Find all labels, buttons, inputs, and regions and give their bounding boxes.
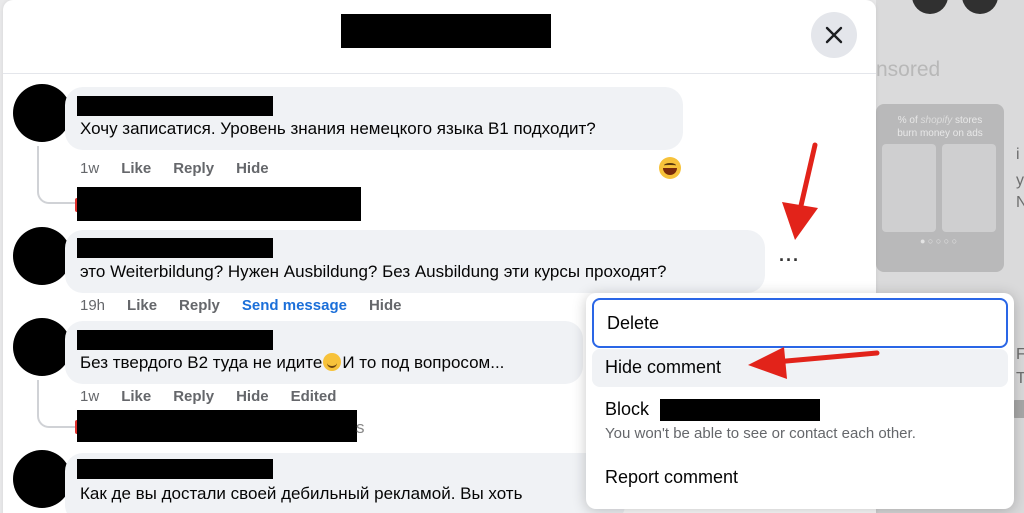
hide-comment-menu-item[interactable]: Hide comment [592,349,1008,387]
redacted-title [341,14,551,48]
reply-fragment: s [356,418,365,437]
smiling-emoji-icon [323,353,342,371]
side-text: N [1016,194,1024,211]
reply-button[interactable]: Reply [173,160,214,177]
comment-time[interactable]: 19h [80,297,105,314]
redacted-reply [77,187,361,221]
reply-button[interactable]: Reply [179,297,220,314]
menu-item-label: Delete [607,313,660,333]
block-menu-item[interactable]: Block You won't be able to see or contac… [592,391,1008,453]
like-button[interactable]: Like [127,297,157,314]
comment-actions: 19h Like Reply Send message Hide [80,297,423,314]
side-text: T [1016,370,1024,387]
menu-item-label: Hide comment [605,357,722,377]
menu-item-label: Report comment [605,467,739,487]
comment-time[interactable]: 1w [80,160,99,177]
avatar[interactable] [13,318,71,376]
like-button[interactable]: Like [121,160,151,177]
comment-text: это Weiterbildung? Нужен Ausbildung? Без… [80,262,667,281]
redacted-reply [77,410,357,442]
ad-chart-panel [942,144,996,232]
report-comment-menu-item[interactable]: Report comment [592,457,1008,499]
avatar[interactable] [13,450,71,508]
comment-context-menu: Delete Hide comment Block You won't be a… [586,293,1014,509]
close-icon [825,26,843,44]
ad-headline: % of shopify stores burn money on ads [897,115,983,139]
hide-button[interactable]: Hide [236,160,269,177]
sponsored-ad[interactable]: % of shopify stores burn money on ads [876,104,1004,272]
thread-line [37,146,77,204]
redacted-username [660,399,820,421]
hide-button[interactable]: Hide [236,388,269,405]
comment-actions: 1w Like Reply Hide Edited [80,388,358,405]
thread-line [37,380,77,428]
send-message-link[interactable]: Send message [242,297,347,314]
sponsored-heading: nsored [876,58,941,81]
menu-item-label: Block [605,399,650,419]
redacted-author [77,238,273,258]
redacted-author [77,459,273,479]
ad-carousel-dots: ● ○ ○ ○ ○ [920,236,958,246]
avatar[interactable] [13,84,71,142]
edited-label: Edited [290,388,337,405]
comment-text: Как де вы достали своей дебильный реклам… [80,484,523,503]
top-nav-icons [912,0,1022,14]
avatar[interactable] [13,227,71,285]
comment-text: Без твердого B2 туда не идите И то под во… [80,353,505,372]
comment-time[interactable]: 1w [80,388,99,405]
more-options-button[interactable]: ··· [779,250,800,271]
close-button[interactable] [811,12,857,58]
ad-chart-panel [882,144,936,232]
menu-item-description: You won't be able to see or contact each… [605,425,916,442]
side-text: i [1016,146,1020,163]
messenger-icon[interactable] [962,0,998,14]
like-button[interactable]: Like [121,388,151,405]
hide-button[interactable]: Hide [369,297,402,314]
side-text: F [1016,346,1024,363]
menu-icon[interactable] [912,0,948,14]
modal-header [3,0,876,74]
comment-text: Хочу записатися. Уровень знания немецког… [80,119,596,138]
delete-menu-item[interactable]: Delete [592,298,1008,348]
grinning-emoji-icon[interactable] [659,157,681,179]
comment-actions: 1w Like Reply Hide [80,160,291,177]
side-text: y [1016,172,1024,189]
reply-button[interactable]: Reply [173,388,214,405]
redacted-author [77,96,273,116]
redacted-author [77,330,273,350]
